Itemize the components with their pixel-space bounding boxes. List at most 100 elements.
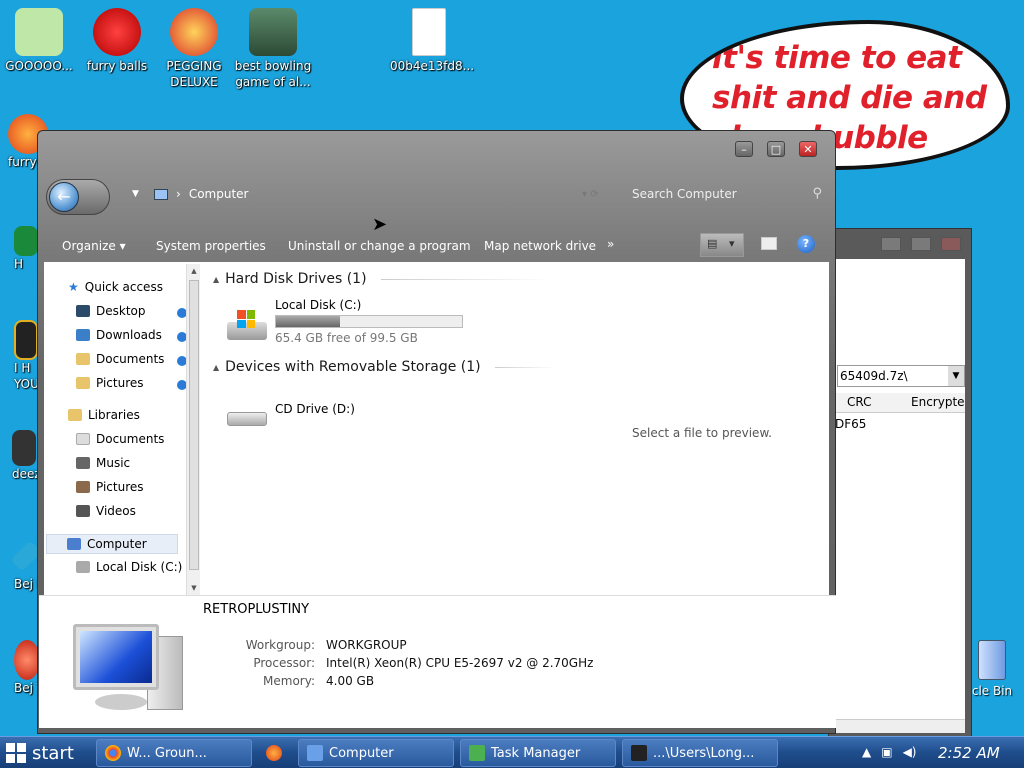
- back-forward-buttons[interactable]: ←: [46, 179, 110, 215]
- back-arrow-icon[interactable]: ←: [49, 182, 79, 212]
- start-button[interactable]: start: [0, 737, 86, 768]
- address-bar[interactable]: › Computer: [154, 187, 248, 201]
- taskbar-firefox[interactable]: [260, 739, 290, 767]
- chevron-down-icon[interactable]: ▼: [948, 366, 964, 386]
- desktop-icon-furry-balls[interactable]: furry balls: [78, 8, 156, 74]
- nav-lib-videos[interactable]: Videos: [76, 504, 136, 518]
- nav-lib-documents[interactable]: Documents: [76, 432, 164, 446]
- command-bar: Organize ▾ System properties Uninstall o…: [38, 231, 835, 261]
- chevron-down-icon[interactable]: ▾: [729, 237, 735, 250]
- close-button[interactable]: ✕: [799, 141, 817, 157]
- refresh-icon[interactable]: ▾ ⟳: [582, 189, 599, 200]
- drive-icon: [76, 561, 90, 573]
- nav-label: Pictures: [96, 480, 144, 494]
- clock[interactable]: 2:52 AM: [938, 744, 1000, 762]
- archive-path-field[interactable]: 65409d.7z\ ▼: [837, 365, 965, 387]
- nav-libraries[interactable]: Libraries: [68, 408, 140, 422]
- scroll-down-icon[interactable]: ▼: [187, 581, 201, 595]
- more-commands-button[interactable]: »: [607, 237, 614, 251]
- drive-c-usage-bar: [275, 315, 463, 328]
- bg-close-button[interactable]: [941, 237, 961, 251]
- windows-logo-icon: [6, 743, 26, 763]
- taskbar-button-7zip[interactable]: ...\Users\Long...: [622, 739, 778, 767]
- nav-label: Desktop: [96, 304, 146, 318]
- nav-documents[interactable]: Documents: [76, 352, 164, 366]
- system-properties-button[interactable]: System properties: [156, 239, 266, 253]
- music-icon: [76, 457, 90, 469]
- bg-maximize-button[interactable]: [911, 237, 931, 251]
- computer-name: RETROPLUSTINY: [203, 602, 310, 617]
- desktop-icon-gooooo[interactable]: GOOOOO...: [0, 8, 78, 74]
- taskbar-button-label: W... Groun...: [127, 745, 207, 761]
- nav-label: Quick access: [84, 280, 163, 294]
- desktop-icon-label: furry balls: [86, 59, 148, 73]
- preview-pane-button[interactable]: [761, 237, 777, 250]
- collapse-triangle-icon[interactable]: ▲: [213, 275, 219, 284]
- taskbar-button-computer[interactable]: Computer: [298, 739, 454, 767]
- mouse-cursor-icon: ➤: [372, 214, 388, 235]
- taskbar-button-browser[interactable]: W... Groun...: [96, 739, 252, 767]
- collapse-triangle-icon[interactable]: ▲: [213, 363, 219, 372]
- maximize-button[interactable]: □: [767, 141, 785, 157]
- nav-pictures[interactable]: Pictures: [76, 376, 144, 390]
- gooooo-icon: [15, 8, 63, 56]
- taskbar-button-task-manager[interactable]: Task Manager: [460, 739, 616, 767]
- desktop-icon-recycle-bin[interactable]: cle Bin: [962, 640, 1022, 698]
- search-box[interactable]: Search Computer ⚲: [632, 186, 822, 201]
- column-crc[interactable]: CRC: [847, 395, 872, 409]
- documents-icon: [76, 433, 90, 445]
- nav-quick-access[interactable]: ★ Quick access: [68, 280, 163, 294]
- breadcrumb-separator-icon[interactable]: ›: [176, 187, 181, 201]
- cd-drive-icon: [227, 408, 267, 428]
- view-icon: ▤: [707, 237, 718, 250]
- drive-c[interactable]: Local Disk (C:) 65.4 GB free of 99.5 GB: [275, 298, 463, 345]
- desktop-icon-label: best bowling game of al...: [234, 59, 312, 89]
- file-icon: [412, 8, 446, 56]
- nav-scrollbar[interactable]: ▲ ▼: [186, 264, 200, 595]
- task-manager-icon: [469, 745, 485, 761]
- group-hard-disk-drives[interactable]: ▲ Hard Disk Drives (1): [213, 271, 551, 287]
- i-h-you-icon: [14, 320, 38, 360]
- drive-c-free: 65.4 GB free of 99.5 GB: [275, 331, 418, 345]
- scroll-thumb[interactable]: [189, 280, 199, 570]
- desktop-icon-file[interactable]: 00b4e13fd8...: [390, 8, 474, 74]
- start-label: start: [32, 742, 74, 764]
- processor-label: Processor:: [253, 656, 315, 670]
- breadcrumb-computer[interactable]: Computer: [189, 187, 249, 201]
- nav-label: Pictures: [96, 376, 144, 390]
- drive-d[interactable]: CD Drive (D:): [275, 402, 355, 416]
- pegging-deluxe-icon: [170, 8, 218, 56]
- search-icon[interactable]: ⚲: [812, 186, 822, 201]
- nav-lib-pictures[interactable]: Pictures: [76, 480, 144, 494]
- column-encrypted[interactable]: Encrypte: [911, 395, 965, 409]
- explorer-window[interactable]: – □ ✕ ← ▼ › Computer ▾ ⟳ Search Computer…: [37, 130, 836, 734]
- network-icon[interactable]: ▣: [881, 745, 892, 759]
- desktop-icon-label: cle Bin: [971, 684, 1013, 698]
- processor-value: Intel(R) Xeon(R) CPU E5-2697 v2 @ 2.70GH…: [326, 656, 594, 670]
- map-network-drive-button[interactable]: Map network drive: [484, 239, 596, 253]
- change-view-button[interactable]: ▤ ▾: [700, 233, 744, 257]
- background-archive-window[interactable]: 65409d.7z\ ▼ CRC Encrypte DF65: [828, 228, 972, 740]
- minimize-button[interactable]: –: [735, 141, 753, 157]
- desktop-icon-pegging-deluxe[interactable]: PEGGING DELUXE: [155, 8, 233, 90]
- nav-lib-music[interactable]: Music: [76, 456, 130, 470]
- desktop-icon-best-bowling[interactable]: best bowling game of al...: [234, 8, 312, 90]
- volume-icon[interactable]: ◀): [903, 745, 917, 759]
- nav-downloads[interactable]: Downloads: [76, 328, 162, 342]
- group-removable-storage[interactable]: ▲ Devices with Removable Storage (1): [213, 359, 555, 375]
- organize-button[interactable]: Organize ▾: [62, 239, 126, 253]
- desktop-icon-label: PEGGING DELUXE: [166, 59, 222, 89]
- uninstall-program-button[interactable]: Uninstall or change a program: [288, 239, 471, 253]
- help-icon[interactable]: ?: [797, 235, 815, 253]
- tray-expand-icon[interactable]: ▲: [862, 745, 871, 759]
- nav-desktop[interactable]: Desktop: [76, 304, 146, 318]
- nav-local-disk[interactable]: Local Disk (C:): [76, 560, 182, 574]
- horizontal-scrollbar[interactable]: [835, 719, 965, 733]
- scroll-up-icon[interactable]: ▲: [187, 264, 201, 278]
- recent-pages-chevron-icon[interactable]: ▼: [132, 189, 139, 199]
- nav-label: Videos: [96, 504, 136, 518]
- archive-row-crc[interactable]: DF65: [835, 417, 866, 431]
- bg-window-titlebar[interactable]: [829, 229, 971, 259]
- nav-computer[interactable]: Computer: [46, 534, 178, 554]
- bg-minimize-button[interactable]: [881, 237, 901, 251]
